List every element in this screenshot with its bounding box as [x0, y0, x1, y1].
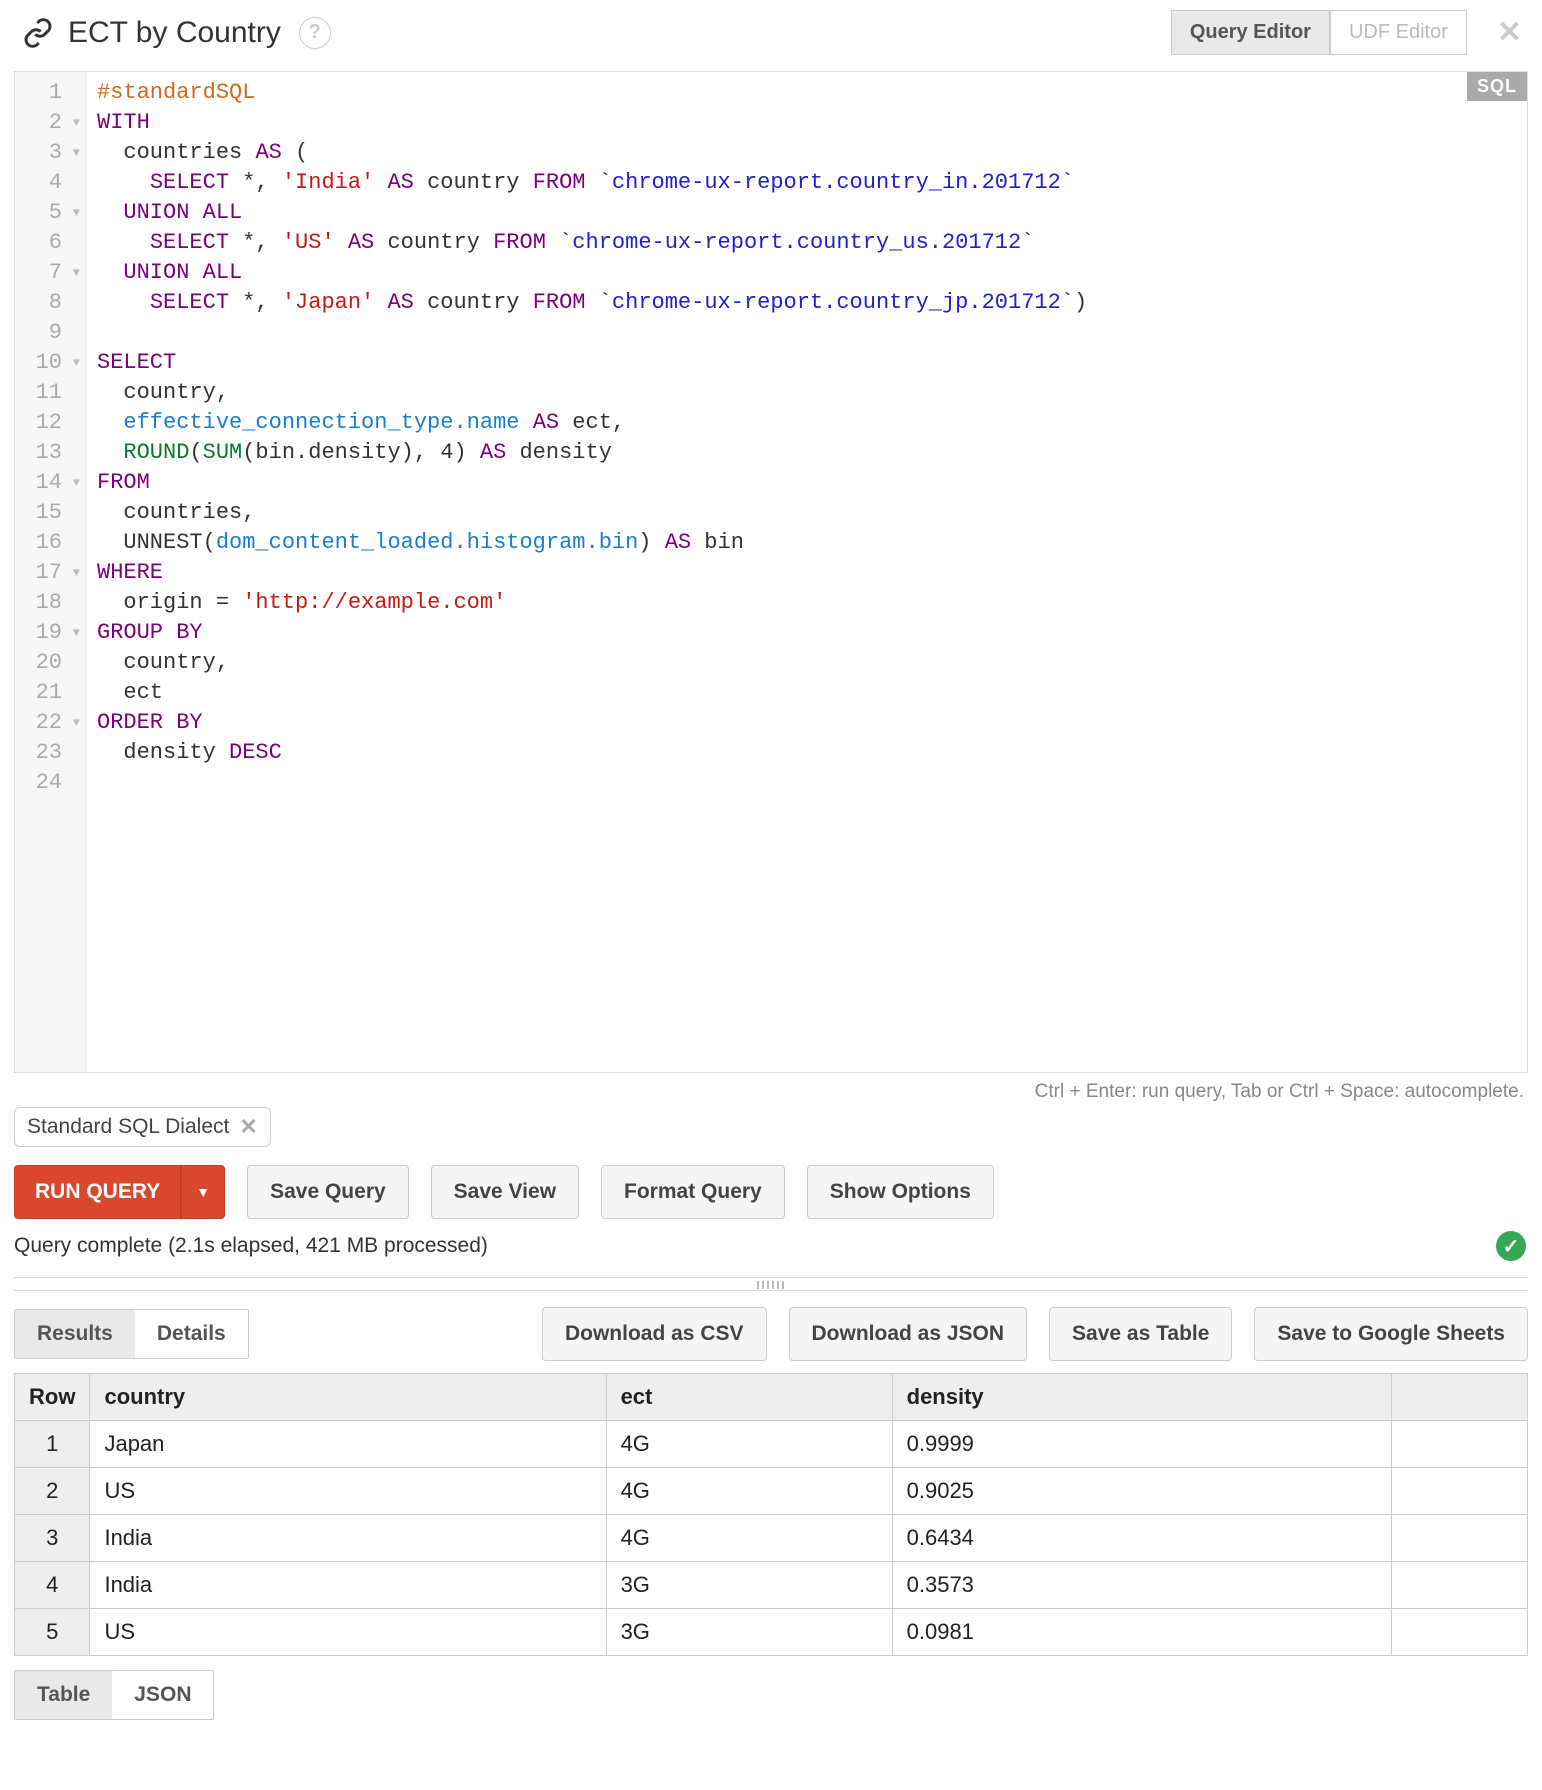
sql-editor[interactable]: SQL 12▼3▼45▼67▼8910▼11121314▼151617▼1819… — [14, 71, 1528, 1073]
table-row: 2US4G0.9025 — [15, 1468, 1528, 1515]
cell-density: 0.9999 — [892, 1421, 1391, 1468]
save-query-button[interactable]: Save Query — [247, 1165, 409, 1219]
cell-ect: 4G — [606, 1421, 892, 1468]
col-country: country — [90, 1374, 606, 1421]
line-number: 3▼ — [21, 138, 80, 168]
cell-country: India — [90, 1515, 606, 1562]
close-icon[interactable]: ✕ — [1491, 15, 1528, 50]
cell-country: US — [90, 1468, 606, 1515]
editor-header: ECT by Country ? Query Editor UDF Editor… — [0, 0, 1542, 65]
line-number: 20 — [21, 648, 80, 678]
line-number: 9 — [21, 318, 80, 348]
col-filler — [1391, 1374, 1527, 1421]
action-toolbar: RUN QUERY ▼ Save Query Save View Format … — [0, 1157, 1542, 1225]
cell-ect: 4G — [606, 1515, 892, 1562]
run-query-dropdown[interactable]: ▼ — [181, 1165, 225, 1219]
line-number: 14▼ — [21, 468, 80, 498]
cell-country: India — [90, 1562, 606, 1609]
view-json-button[interactable]: JSON — [112, 1671, 213, 1719]
view-table-button[interactable]: Table — [15, 1671, 112, 1719]
download-json-button[interactable]: Download as JSON — [789, 1307, 1028, 1361]
tab-query-editor[interactable]: Query Editor — [1171, 10, 1330, 55]
show-options-button[interactable]: Show Options — [807, 1165, 994, 1219]
line-number: 22▼ — [21, 708, 80, 738]
run-query-button[interactable]: RUN QUERY — [14, 1165, 181, 1219]
save-view-button[interactable]: Save View — [431, 1165, 579, 1219]
help-icon[interactable]: ? — [299, 17, 331, 49]
query-title: ECT by Country — [68, 16, 281, 50]
line-number: 11 — [21, 378, 80, 408]
table-row: 4India3G0.3573 — [15, 1562, 1528, 1609]
line-number: 6 — [21, 228, 80, 258]
cell-country: US — [90, 1609, 606, 1656]
col-ect: ect — [606, 1374, 892, 1421]
line-number: 23 — [21, 738, 80, 768]
line-number: 1 — [21, 78, 80, 108]
cell-filler — [1391, 1468, 1527, 1515]
pane-splitter[interactable] — [14, 1277, 1528, 1291]
tab-details[interactable]: Details — [135, 1310, 248, 1358]
cell-density: 0.3573 — [892, 1562, 1391, 1609]
line-number: 12 — [21, 408, 80, 438]
chip-close-icon[interactable]: ✕ — [239, 1114, 257, 1140]
cell-row: 4 — [15, 1562, 90, 1609]
line-number: 13 — [21, 438, 80, 468]
cell-filler — [1391, 1515, 1527, 1562]
line-gutter: 12▼3▼45▼67▼8910▼11121314▼151617▼1819▼202… — [15, 72, 87, 1072]
line-number: 18 — [21, 588, 80, 618]
link-icon — [22, 17, 54, 49]
format-query-button[interactable]: Format Query — [601, 1165, 785, 1219]
cell-row: 5 — [15, 1609, 90, 1656]
line-number: 15 — [21, 498, 80, 528]
col-density: density — [892, 1374, 1391, 1421]
line-number: 24 — [21, 768, 80, 798]
tab-results[interactable]: Results — [15, 1310, 135, 1358]
cell-country: Japan — [90, 1421, 606, 1468]
line-number: 2▼ — [21, 108, 80, 138]
tab-udf-editor[interactable]: UDF Editor — [1330, 10, 1467, 55]
results-table: Rowcountryectdensity 1Japan4G0.99992US4G… — [14, 1373, 1528, 1656]
cell-density: 0.0981 — [892, 1609, 1391, 1656]
line-number: 10▼ — [21, 348, 80, 378]
cell-density: 0.9025 — [892, 1468, 1391, 1515]
editor-hints: Ctrl + Enter: run query, Tab or Ctrl + S… — [0, 1073, 1542, 1107]
success-icon: ✓ — [1496, 1231, 1526, 1261]
line-number: 21 — [21, 678, 80, 708]
download-csv-button[interactable]: Download as CSV — [542, 1307, 767, 1361]
cell-filler — [1391, 1562, 1527, 1609]
line-number: 16 — [21, 528, 80, 558]
save-to-sheets-button[interactable]: Save to Google Sheets — [1254, 1307, 1528, 1361]
cell-row: 2 — [15, 1468, 90, 1515]
cell-ect: 4G — [606, 1468, 892, 1515]
results-toolbar: Results Details Download as CSV Download… — [0, 1301, 1542, 1367]
cell-density: 0.6434 — [892, 1515, 1391, 1562]
code-area[interactable]: #standardSQL WITH countries AS ( SELECT … — [87, 72, 1527, 1072]
sql-badge: SQL — [1467, 72, 1527, 101]
save-as-table-button[interactable]: Save as Table — [1049, 1307, 1232, 1361]
status-row: Query complete (2.1s elapsed, 421 MB pro… — [0, 1225, 1542, 1267]
cell-ect: 3G — [606, 1562, 892, 1609]
line-number: 17▼ — [21, 558, 80, 588]
cell-ect: 3G — [606, 1609, 892, 1656]
sql-dialect-label: Standard SQL Dialect — [27, 1115, 229, 1139]
cell-filler — [1391, 1421, 1527, 1468]
line-number: 5▼ — [21, 198, 80, 228]
table-row: 5US3G0.0981 — [15, 1609, 1528, 1656]
cell-row: 3 — [15, 1515, 90, 1562]
status-text: Query complete (2.1s elapsed, 421 MB pro… — [14, 1234, 488, 1258]
line-number: 19▼ — [21, 618, 80, 648]
line-number: 4 — [21, 168, 80, 198]
cell-row: 1 — [15, 1421, 90, 1468]
sql-dialect-chip[interactable]: Standard SQL Dialect ✕ — [14, 1107, 271, 1147]
line-number: 7▼ — [21, 258, 80, 288]
table-row: 1Japan4G0.9999 — [15, 1421, 1528, 1468]
cell-filler — [1391, 1609, 1527, 1656]
table-row: 3India4G0.6434 — [15, 1515, 1528, 1562]
col-row: Row — [15, 1374, 90, 1421]
line-number: 8 — [21, 288, 80, 318]
